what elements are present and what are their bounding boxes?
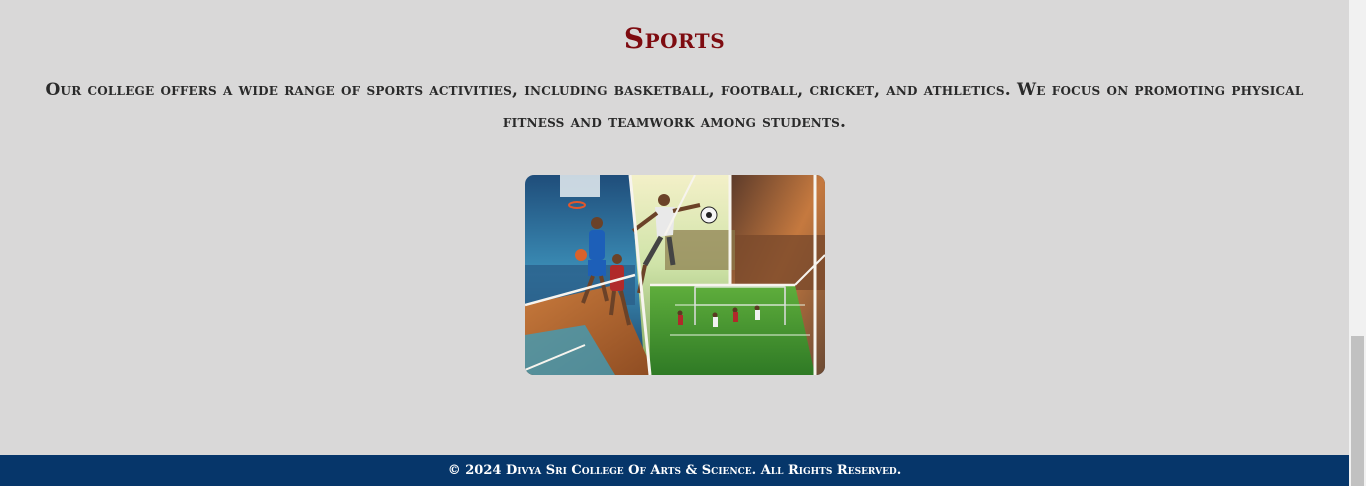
sports-section: Sports Our college offers a wide range o… <box>0 0 1349 455</box>
footer-copyright: © 2024 Divya Sri College Of Arts & Scien… <box>447 463 902 478</box>
sports-collage-graphic <box>525 175 825 375</box>
vertical-scrollbar[interactable] <box>1349 0 1366 486</box>
section-title: Sports <box>623 22 726 55</box>
page: Sports Our college offers a wide range o… <box>0 0 1366 486</box>
page-footer: © 2024 Divya Sri College Of Arts & Scien… <box>0 455 1349 486</box>
scrollbar-thumb[interactable] <box>1351 336 1364 486</box>
section-description: Our college offers a wide range of sport… <box>45 80 1304 132</box>
sports-collage-image <box>525 175 825 375</box>
